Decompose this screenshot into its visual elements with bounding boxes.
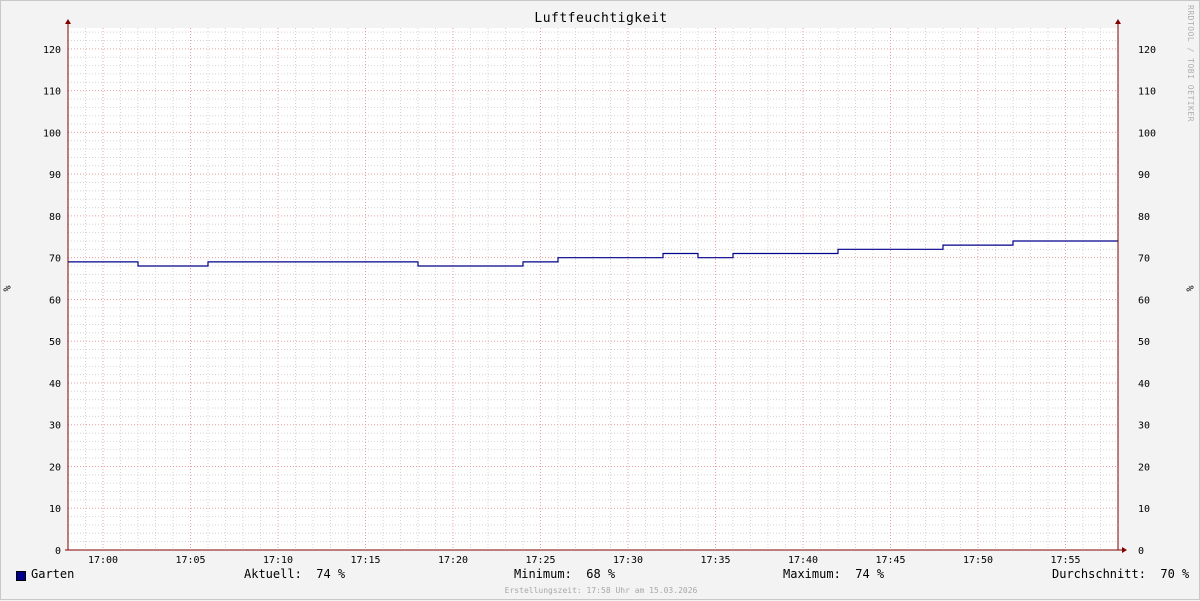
legend-avg-label: Durchschnitt:: [1052, 567, 1146, 581]
x-tick-label: 17:40: [788, 555, 818, 566]
legend-current-label: Aktuell:: [244, 567, 302, 581]
y-axis-left-arrow: [65, 19, 71, 24]
y-tick-label-left: 110: [43, 87, 61, 98]
y-tick-label-left: 120: [43, 45, 61, 56]
y-tick-label-left: 90: [49, 170, 61, 181]
y-tick-label-left: 10: [49, 504, 61, 515]
chart-svg: 0 0 10 10 20 20 30 30 40 40 50 50 60 60 70 70 80 80 90 90 10…: [43, 19, 1156, 566]
y-axis-right-arrow: [1115, 19, 1121, 24]
y-tick-label-left: 80: [49, 212, 61, 223]
y-tick-label-left: 0: [55, 546, 61, 557]
legend-current: Aktuell: 74 %: [244, 567, 345, 581]
y-tick-label-right: 60: [1138, 295, 1150, 306]
legend: Garten Aktuell: 74 % Minimum: 68 % Maxim…: [1, 567, 1200, 585]
y-tick-label-left: 50: [49, 337, 61, 348]
y-tick-label-right: 110: [1138, 87, 1156, 98]
legend-min: Minimum: 68 %: [514, 567, 615, 581]
legend-series-name: Garten: [31, 567, 75, 581]
y-tick-label-right: 120: [1138, 45, 1156, 56]
y-tick-label-right: 0: [1138, 546, 1144, 557]
x-tick-label: 17:05: [175, 555, 205, 566]
x-tick-label: 17:10: [263, 555, 293, 566]
x-tick-label: 17:45: [875, 555, 905, 566]
y-tick-label-right: 40: [1138, 379, 1150, 390]
y-tick-label-right: 50: [1138, 337, 1150, 348]
x-axis-arrow: [1122, 547, 1127, 553]
legend-min-value: 68 %: [586, 567, 616, 581]
legend-min-label: Minimum:: [514, 567, 572, 581]
y-tick-label-left: 100: [43, 128, 61, 139]
x-tick-label: 17:50: [963, 555, 993, 566]
legend-current-value: 74 %: [316, 567, 346, 581]
x-tick-label: 17:00: [88, 555, 118, 566]
y-tick-label-right: 70: [1138, 254, 1150, 265]
legend-avg-value: 70 %: [1160, 567, 1190, 581]
x-tick-label: 17:15: [350, 555, 380, 566]
footer-timestamp: Erstellungszeit: 17:58 Uhr am 15.03.2026: [504, 586, 698, 595]
y-tick-label-left: 40: [49, 379, 61, 390]
x-tick-label: 17:55: [1050, 555, 1080, 566]
legend-avg: Durchschnitt: 70 %: [1052, 567, 1189, 581]
legend-max: Maximum: 74 %: [783, 567, 884, 581]
y-tick-label-left: 70: [49, 254, 61, 265]
y-tick-label-right: 80: [1138, 212, 1150, 223]
x-tick-label: 17:20: [438, 555, 468, 566]
legend-max-value: 74 %: [855, 567, 885, 581]
y-tick-label-right: 90: [1138, 170, 1150, 181]
y-tick-label-right: 20: [1138, 462, 1150, 473]
y-tick-label-right: 30: [1138, 421, 1150, 432]
y-tick-label-right: 100: [1138, 128, 1156, 139]
y-tick-label-left: 30: [49, 421, 61, 432]
legend-max-label: Maximum:: [783, 567, 841, 581]
y-tick-label-left: 20: [49, 462, 61, 473]
chart-window: Luftfeuchtigkeit RRDTOOL / TOBI OETIKER …: [0, 0, 1200, 600]
y-tick-label-right: 10: [1138, 504, 1150, 515]
y-tick-label-left: 60: [49, 295, 61, 306]
x-tick-label: 17:25: [525, 555, 555, 566]
x-tick-label: 17:35: [700, 555, 730, 566]
x-tick-label: 17:30: [613, 555, 643, 566]
